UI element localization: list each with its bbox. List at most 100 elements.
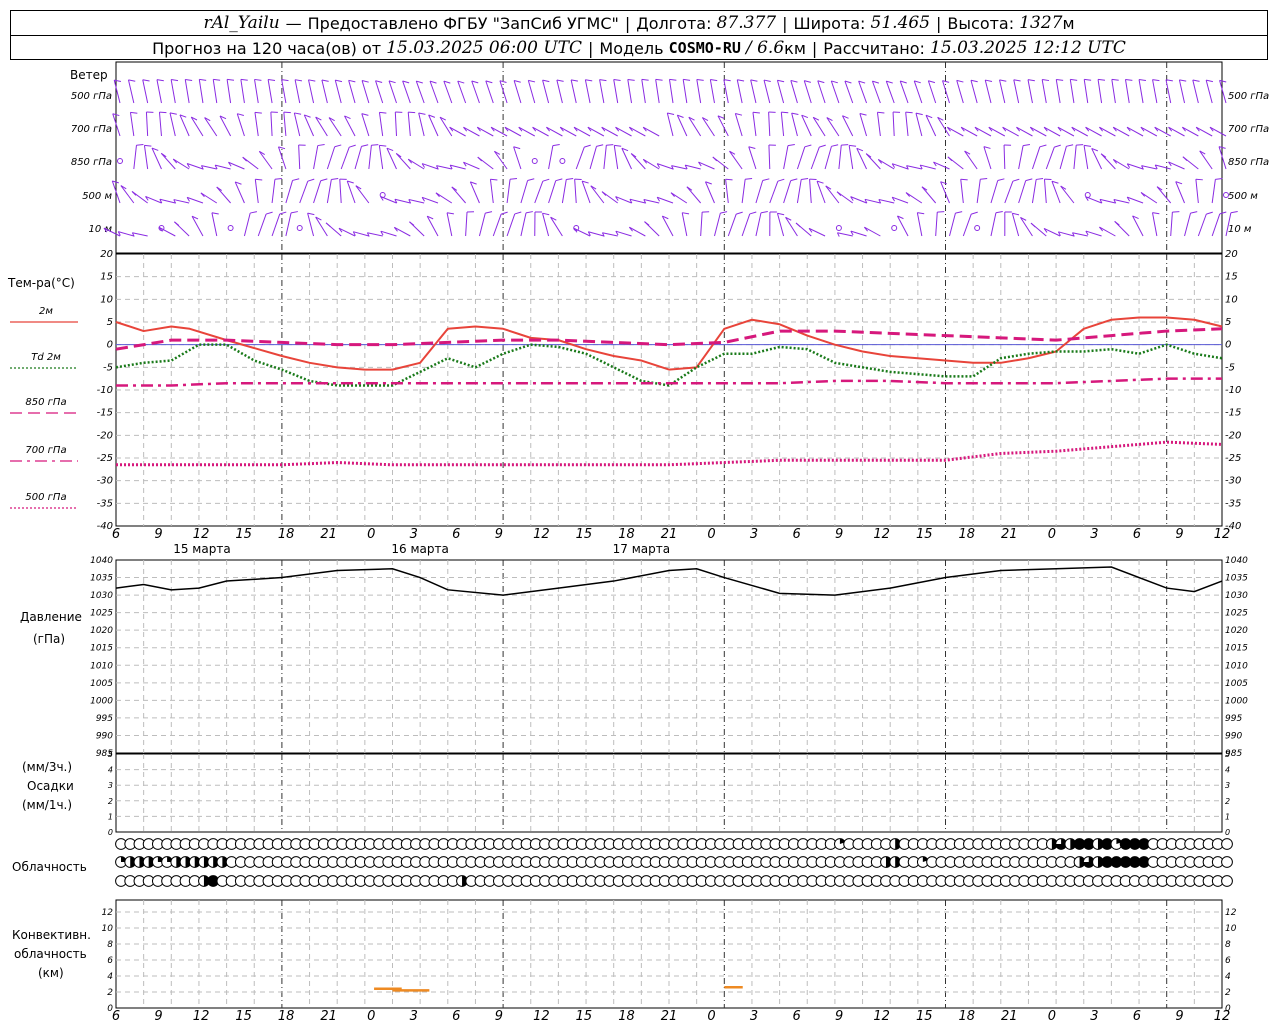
wind-barb [935, 212, 938, 237]
wind-barb [158, 112, 162, 137]
wind-barb [666, 112, 674, 137]
wind-barb [1083, 145, 1089, 170]
wind-barb [905, 112, 909, 137]
wind-barb [825, 185, 840, 204]
wind-barb [856, 148, 868, 170]
wind-barb [682, 79, 688, 104]
wind-barb [127, 79, 135, 104]
hour-label-mid: 0 [707, 527, 715, 542]
pressure-ytick-right: 1035 [1225, 574, 1248, 584]
wind-barb [120, 185, 135, 204]
cloud-circle [1221, 856, 1233, 868]
wind-barb [394, 226, 411, 237]
wind-barb [518, 126, 535, 137]
wind-barb-flag [525, 211, 533, 214]
cloud-cell [1221, 856, 1233, 868]
wind-barb-flag [1114, 220, 1120, 226]
wind-barb-flag [555, 178, 563, 182]
wind-barb [629, 126, 646, 137]
clouds-title: Облачность [12, 860, 87, 874]
hour-label-mid: 12 [873, 527, 890, 542]
wind-barb [348, 80, 356, 104]
wind-barb [700, 212, 703, 237]
wind-title: Ветер [70, 68, 108, 82]
wind-barb [1051, 181, 1061, 204]
wind-barb [402, 80, 411, 104]
wind-barb [429, 80, 439, 104]
temp-ytick-right: 0 [1225, 340, 1231, 351]
wind-barb-flag [1022, 144, 1030, 147]
wind-barb-flag [265, 211, 273, 215]
hour-label-mid: 15 [576, 527, 593, 542]
wind-barb [1197, 213, 1207, 237]
wind-barb-flag [477, 156, 483, 162]
wind-barb [388, 80, 397, 104]
wind-barb [769, 181, 779, 204]
wind-barb-flag [971, 211, 978, 215]
wind-barb-flag [985, 79, 993, 82]
wind-level-right-3: 500 м [1228, 191, 1258, 202]
wind-barb [1031, 146, 1041, 170]
wind-barb-flag [905, 111, 913, 114]
convective-ytick-left: 10 [102, 924, 114, 934]
wind-level-right-0: 500 гПа [1228, 91, 1269, 102]
forecast-prefix: Прогноз на 120 часа(ов) от [152, 38, 382, 58]
wind-barb [589, 146, 597, 170]
wind-barb [796, 179, 802, 204]
convective-ytick-right: 6 [1225, 956, 1231, 966]
wind-barb-flag [584, 144, 591, 148]
pressure-ytick-right: 1030 [1225, 591, 1248, 601]
hour-label-mid: 15 [235, 527, 252, 542]
wind-barb [1030, 126, 1047, 137]
convective-ytick-left: 4 [107, 972, 113, 982]
wind-barb [534, 181, 544, 204]
wind-barb [1152, 212, 1158, 237]
wind-barb-flag [1066, 144, 1074, 147]
wind-barb [307, 213, 315, 237]
hour-label-bottom: 0 [367, 1009, 375, 1024]
wind-barb [1045, 146, 1055, 170]
lat-label: Широта: [793, 13, 866, 33]
wind-barb [810, 146, 820, 170]
wind-barb [439, 116, 453, 137]
wind-barb-flag [745, 178, 753, 180]
wind-barb [560, 126, 577, 137]
pressure-ytick-right: 1000 [1225, 696, 1248, 706]
wind-barb [254, 112, 259, 137]
wind-barb [395, 153, 411, 170]
wind-barb-flag [712, 156, 718, 162]
wind-barb [418, 112, 425, 137]
wind-barb-flag [566, 178, 574, 180]
wind-barb [976, 179, 981, 204]
wind-barb [1218, 146, 1227, 170]
wind-barb [299, 181, 309, 204]
wind-barb [378, 145, 384, 170]
temp-ytick-right: 10 [1225, 294, 1238, 305]
wind-barb [1016, 126, 1033, 137]
wind-barb [1113, 159, 1130, 170]
convective-title-1: Конвективн. [12, 928, 91, 942]
hour-label-mid: 21 [1001, 527, 1018, 542]
temp-ytick-right: -30 [1225, 476, 1241, 487]
wind-barb [729, 150, 743, 170]
hour-label-mid: 6 [792, 527, 800, 542]
precip-ytick-right: 0 [1225, 828, 1230, 837]
wind-barb [763, 79, 771, 104]
pressure-ytick-left: 1010 [90, 661, 113, 671]
wind-barb [1113, 198, 1130, 204]
wind-barb [1111, 79, 1116, 104]
calm-circle [835, 225, 842, 231]
wind-barb [219, 115, 232, 137]
precip-ytick-right: 1 [1225, 812, 1230, 821]
wind-barb-flag [199, 78, 207, 81]
wind-barb [657, 163, 674, 170]
wind-barb [885, 80, 895, 104]
wind-barb-flag [947, 156, 953, 162]
hour-label-mid: 12 [533, 527, 550, 542]
wind-level-right-2: 850 гПа [1228, 157, 1269, 168]
wind-barb-flag [1125, 78, 1133, 81]
wind-barbs [103, 78, 1238, 237]
wind-barb [791, 112, 798, 137]
wind-barb-flag [114, 79, 122, 83]
station-name: rAl_Yailu [203, 13, 280, 33]
